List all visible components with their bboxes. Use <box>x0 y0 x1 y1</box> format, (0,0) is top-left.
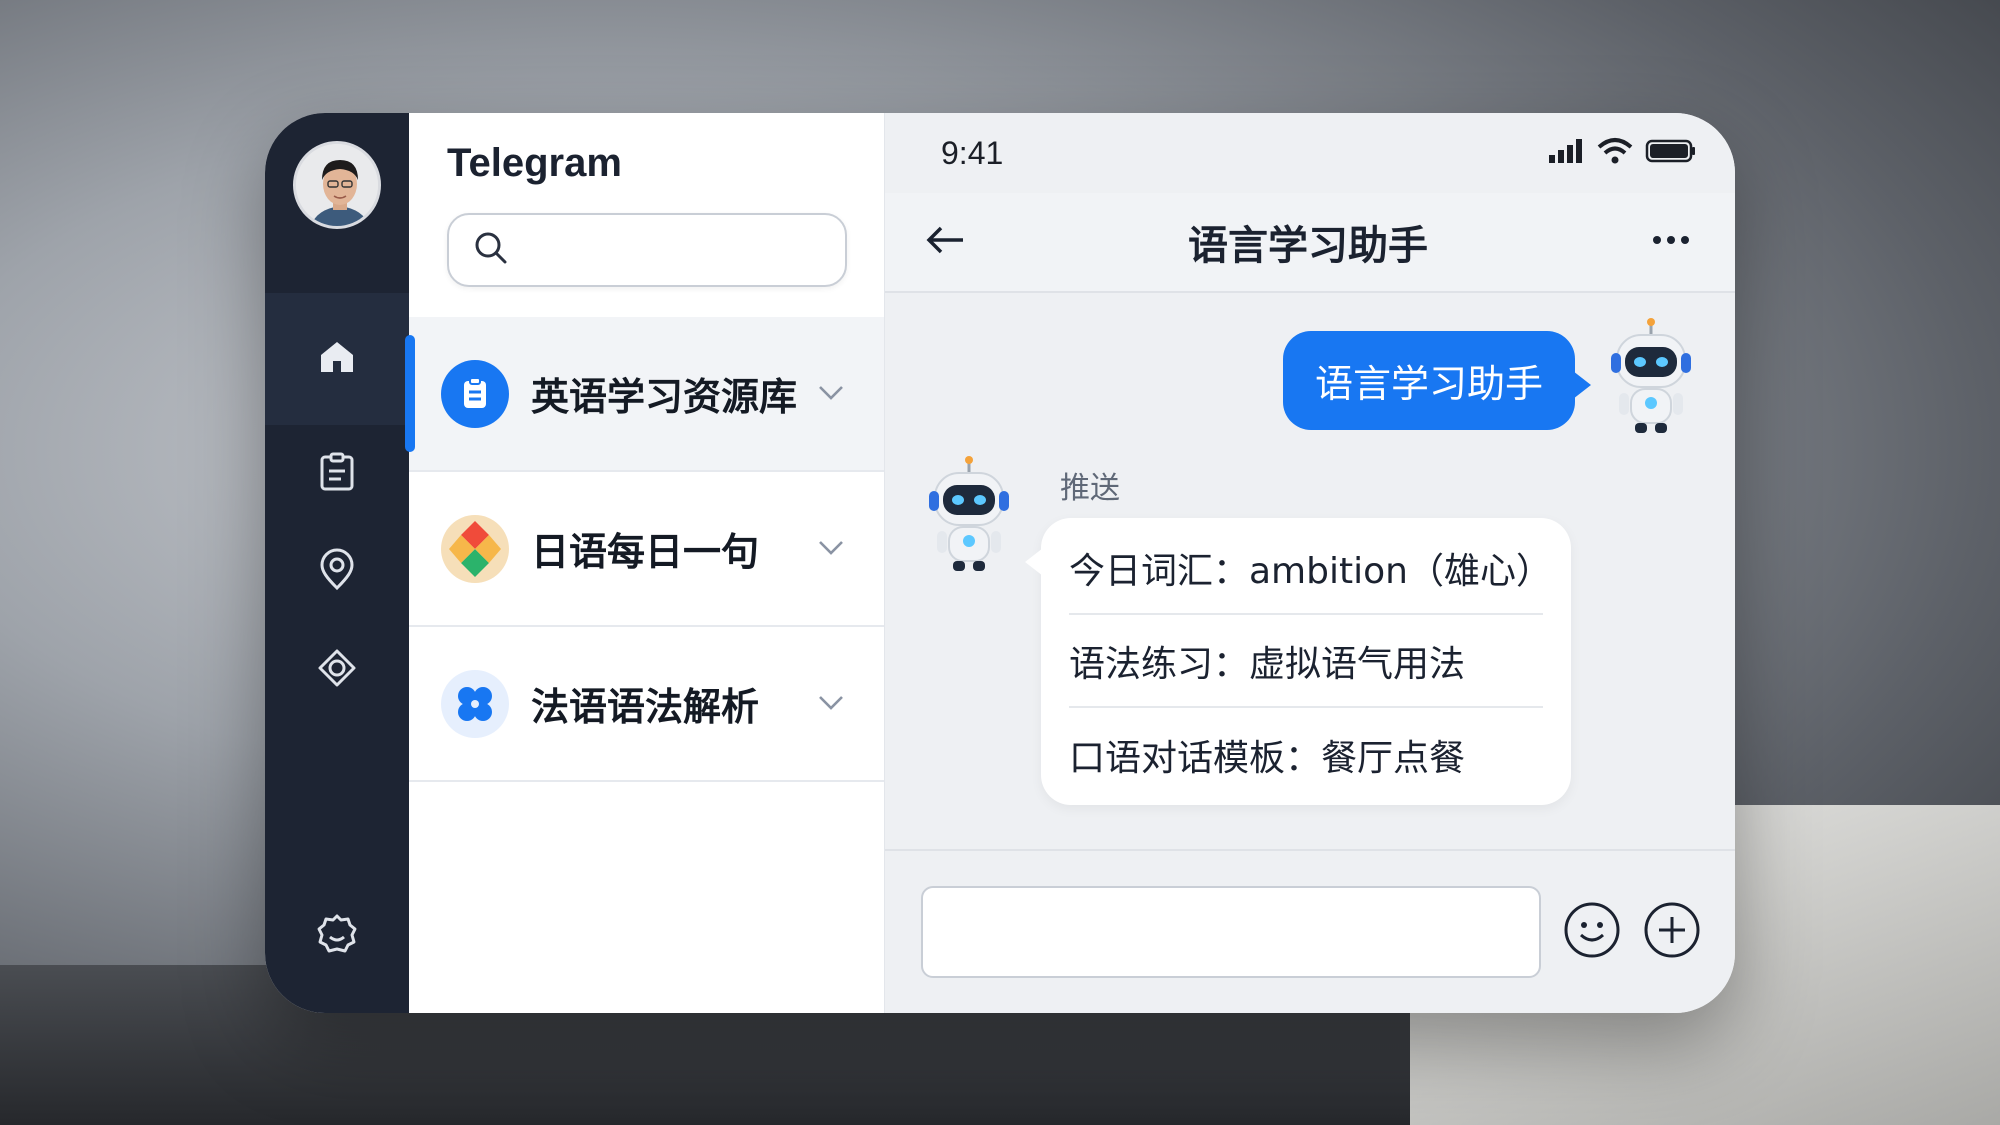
clipboard-badge-icon <box>441 359 509 428</box>
robot-avatar-icon <box>921 455 1017 575</box>
chevron-down-icon[interactable] <box>814 530 848 568</box>
search-icon <box>471 228 511 272</box>
message-list: 语言学习助手 推送 今日词汇：ambition（雄心） 语法练习：虚拟语气用法 … <box>885 293 1735 849</box>
chat-item-french[interactable]: 法语语法解析 <box>409 627 884 782</box>
nav-rail <box>265 113 409 1013</box>
chat-item-english[interactable]: 英语学习资源库 <box>405 317 884 472</box>
settings-icon <box>312 914 362 963</box>
chat-name: 法语语法解析 <box>531 685 760 729</box>
rail-view[interactable] <box>265 621 409 719</box>
eye-icon <box>314 645 360 695</box>
wifi-icon <box>1597 137 1633 169</box>
chat-list-panel: Telegram 英语学习资源库 日语每日一句 法语语法解析 <box>405 113 885 1013</box>
robot-avatar-icon <box>1603 317 1699 437</box>
chat-name: 日语每日一句 <box>531 530 760 574</box>
signal-icon <box>1547 137 1585 169</box>
push-item[interactable]: 口语对话模板：餐厅点餐 <box>1069 708 1543 801</box>
more-options-icon[interactable] <box>1647 216 1695 268</box>
chat-name: 英语学习资源库 <box>531 375 798 419</box>
chat-item-japanese[interactable]: 日语每日一句 <box>409 472 884 627</box>
rail-clipboard[interactable] <box>265 425 409 523</box>
search-input[interactable] <box>523 234 858 266</box>
composer <box>885 849 1735 1013</box>
rail-home[interactable] <box>265 293 409 425</box>
diamond-tiles-icon <box>441 514 509 583</box>
outgoing-message: 语言学习助手 <box>1282 331 1592 430</box>
battery-icon <box>1645 137 1697 169</box>
four-dots-icon <box>441 669 509 738</box>
conversation-title: 语言学习助手 <box>1188 223 1428 269</box>
message-sender: 推送 <box>1060 471 1120 506</box>
conversation-panel: 9:41 语言学习助手 语言学习助手 推送 今日词汇：ambition（雄心） … <box>885 113 1735 1013</box>
search-box[interactable] <box>447 213 858 287</box>
chevron-down-icon[interactable] <box>814 375 848 413</box>
message-input[interactable] <box>921 886 1541 978</box>
location-pin-icon <box>314 547 360 597</box>
home-icon <box>314 334 360 384</box>
status-time: 9:41 <box>941 134 1004 171</box>
avatar[interactable] <box>293 141 381 229</box>
incoming-message: 今日词汇：ambition（雄心） 语法练习：虚拟语气用法 口语对话模板：餐厅点… <box>1025 518 1571 805</box>
clipboard-icon <box>314 449 360 499</box>
app-window: Telegram 英语学习资源库 日语每日一句 法语语法解析 9:41 语言学习… <box>265 113 1735 1013</box>
status-bar: 9:41 <box>885 113 1735 193</box>
conversation-header: 语言学习助手 <box>885 193 1735 293</box>
add-icon[interactable] <box>1643 901 1701 963</box>
rail-location[interactable] <box>265 523 409 621</box>
emoji-icon[interactable] <box>1563 901 1621 963</box>
app-title: Telegram <box>447 141 622 185</box>
back-arrow-icon[interactable] <box>921 216 969 268</box>
rail-settings[interactable] <box>312 909 362 963</box>
push-item[interactable]: 语法练习：虚拟语气用法 <box>1069 615 1543 708</box>
chevron-down-icon[interactable] <box>814 685 848 723</box>
push-item[interactable]: 今日词汇：ambition（雄心） <box>1069 522 1552 615</box>
